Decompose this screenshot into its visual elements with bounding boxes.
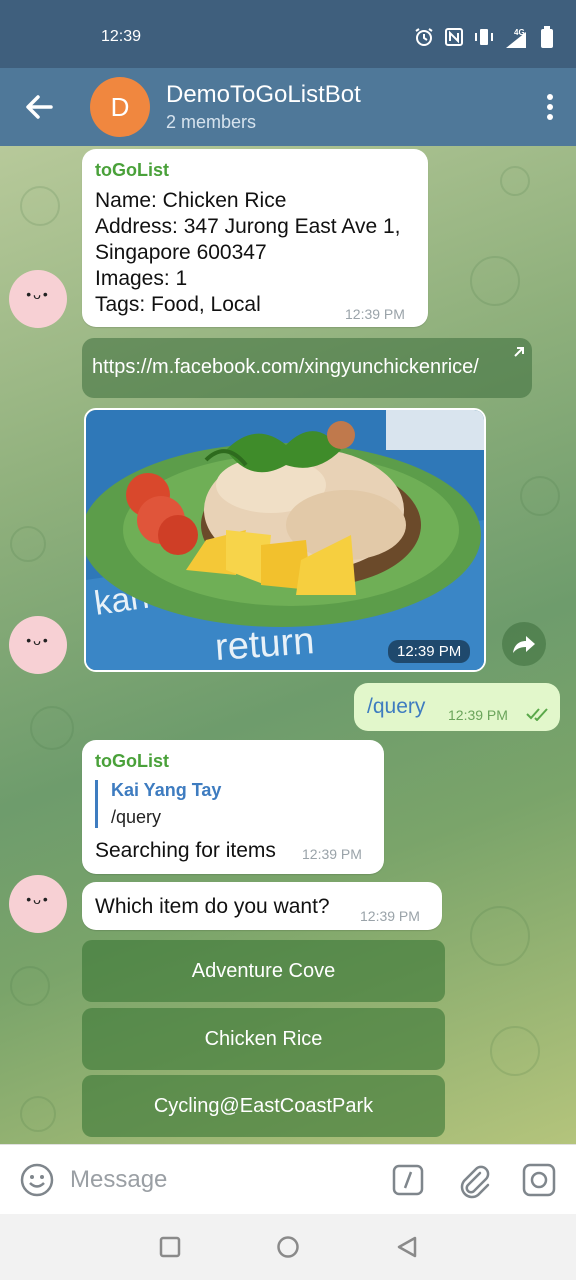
link-preview[interactable]: https://m.facebook.com/xingyunchickenric… xyxy=(82,338,532,398)
bot-message-card[interactable]: toGoList Name: Chicken Rice Address: 347… xyxy=(82,149,428,327)
double-check-icon xyxy=(526,707,550,726)
food-photo[interactable]: kan return 12:39 PM xyxy=(84,408,486,672)
member-count: 2 members xyxy=(166,112,257,132)
battery-icon xyxy=(540,26,554,53)
quote-text: /query xyxy=(111,807,162,827)
4g-signal-icon: 4G xyxy=(504,28,530,50)
bot-avatar[interactable]: •ᴗ• xyxy=(9,270,67,328)
chat-area[interactable]: toGoList Name: Chicken Rice Address: 347… xyxy=(0,146,576,1144)
message-sender: toGoList xyxy=(95,160,169,180)
system-nav-bar xyxy=(0,1214,576,1280)
card-line: Singapore 600347 xyxy=(95,241,267,264)
bot-reply-message[interactable]: toGoList Kai Yang Tay /query Searching f… xyxy=(82,740,384,874)
nfc-icon xyxy=(444,27,464,52)
home-icon[interactable] xyxy=(276,1235,300,1259)
photo-time: 12:39 PM xyxy=(388,640,471,663)
keyboard-button-cycling-eastcoastpark[interactable]: Cycling@EastCoastPark xyxy=(82,1075,445,1137)
card-line: Images: 1 xyxy=(95,267,188,290)
bot-command-icon[interactable] xyxy=(392,1164,424,1196)
keyboard-button-chicken-rice[interactable]: Chicken Rice xyxy=(82,1008,445,1070)
link-url[interactable]: https://m.facebook.com/xingyunchickenric… xyxy=(92,356,479,378)
outgoing-message[interactable]: /query 12:39 PM xyxy=(354,683,560,731)
bot-question-message[interactable]: Which item do you want? 12:39 PM xyxy=(82,882,442,930)
vibrate-icon xyxy=(474,27,494,52)
group-avatar[interactable]: D xyxy=(90,77,150,137)
message-sender: toGoList xyxy=(95,751,169,771)
recent-apps-icon[interactable] xyxy=(159,1236,181,1258)
svg-text:return: return xyxy=(214,620,316,669)
message-input[interactable] xyxy=(70,1163,370,1197)
chicken-rice-image: kan return xyxy=(86,410,484,670)
chat-title[interactable]: DemoToGoListBot xyxy=(166,81,361,109)
status-bar: 12:39 4G xyxy=(0,0,576,68)
share-icon[interactable] xyxy=(502,622,546,666)
reply-quote[interactable]: Kai Yang Tay /query xyxy=(95,780,221,828)
status-icons: 4G xyxy=(414,26,554,53)
attach-icon[interactable] xyxy=(456,1163,492,1199)
card-line: Address: 347 Jurong East Ave 1, xyxy=(95,215,401,238)
external-link-icon xyxy=(512,342,526,357)
outgoing-text[interactable]: /query xyxy=(367,695,425,719)
message-time: 12:39 PM xyxy=(448,707,508,723)
back-icon[interactable] xyxy=(395,1235,419,1259)
bot-avatar[interactable]: •ᴗ• xyxy=(9,616,67,674)
keyboard-button-adventure-cove[interactable]: Adventure Cove xyxy=(82,940,445,1002)
camera-icon[interactable] xyxy=(522,1163,556,1197)
chat-header: D DemoToGoListBot 2 members xyxy=(0,68,576,146)
reply-text: Searching for items xyxy=(95,839,276,862)
status-time: 12:39 xyxy=(101,28,142,45)
card-line: Name: Chicken Rice xyxy=(95,189,287,212)
message-time: 12:39 PM xyxy=(302,846,362,862)
message-time: 12:39 PM xyxy=(360,908,420,924)
question-text: Which item do you want? xyxy=(95,895,330,918)
emoji-icon[interactable] xyxy=(20,1163,54,1197)
message-time: 12:39 PM xyxy=(345,306,405,322)
bot-avatar[interactable]: •ᴗ• xyxy=(9,875,67,933)
more-options-icon[interactable] xyxy=(544,92,556,122)
message-input-bar xyxy=(0,1144,576,1214)
alarm-icon xyxy=(414,27,434,52)
back-arrow-icon[interactable] xyxy=(22,90,56,124)
quote-author: Kai Yang Tay xyxy=(111,780,222,800)
